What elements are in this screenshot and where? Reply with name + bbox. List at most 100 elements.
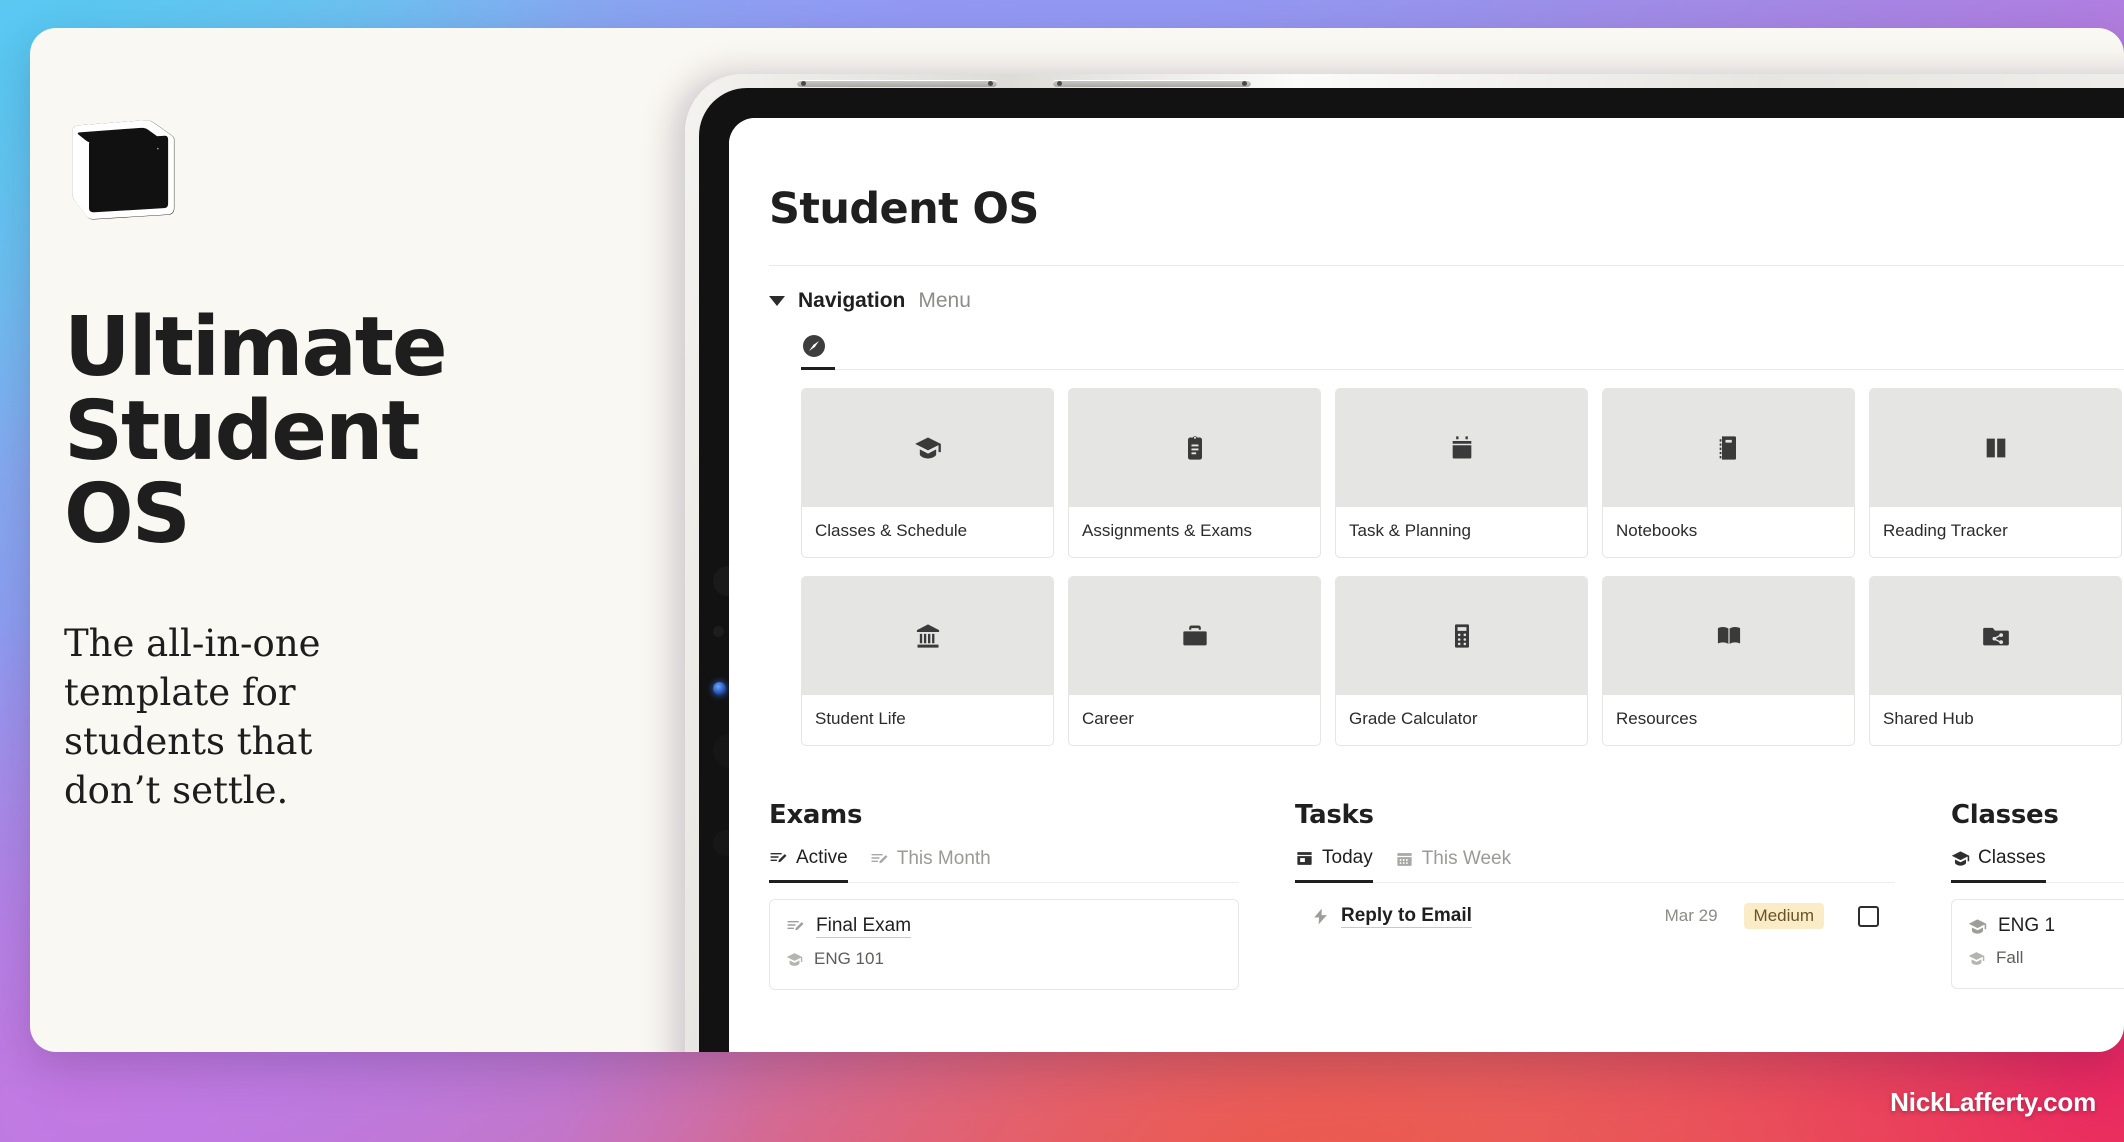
tab-exams-active[interactable]: Active bbox=[769, 847, 848, 883]
nav-card-label: Reading Tracker bbox=[1883, 521, 2008, 540]
tablet-led-indicator bbox=[713, 682, 726, 695]
nav-card-label: Student Life bbox=[815, 709, 906, 728]
nav-card-label: Resources bbox=[1616, 709, 1698, 728]
notion-page: Student OS Navigation Menu Classes & Sch… bbox=[729, 118, 2124, 990]
classes-list: ENG 1 Fall bbox=[1951, 899, 2124, 989]
nav-card-cover bbox=[1870, 577, 2121, 695]
nav-card-task-planning[interactable]: Task & Planning bbox=[1335, 388, 1588, 558]
nav-card-label: Assignments & Exams bbox=[1082, 521, 1253, 540]
task-checkbox[interactable] bbox=[1858, 905, 1879, 927]
notion-logo-icon bbox=[72, 120, 175, 220]
list-edit-icon bbox=[871, 853, 888, 863]
tab-exams-this-month[interactable]: This Month bbox=[870, 847, 991, 882]
promo-title: Ultimate Student OS bbox=[64, 300, 448, 563]
tasks-title: Tasks bbox=[1295, 800, 1374, 830]
nav-card-cover bbox=[1069, 577, 1320, 695]
tab-label: This Month bbox=[896, 848, 991, 869]
nav-card-notebooks[interactable]: Notebooks bbox=[1602, 388, 1855, 558]
tab-navigation-compass[interactable] bbox=[801, 335, 835, 370]
open-book-icon bbox=[1986, 438, 2005, 458]
compass-icon bbox=[803, 335, 825, 357]
list-item[interactable]: ENG 1 bbox=[1968, 915, 2124, 937]
nav-card-reading-tracker[interactable]: Reading Tracker bbox=[1869, 388, 2122, 558]
navigation-heading-light: Menu bbox=[918, 289, 971, 312]
exam-course: ENG 101 bbox=[814, 949, 884, 968]
graduation-cap-icon bbox=[1968, 918, 1987, 934]
navigation-toggle[interactable]: Navigation Menu bbox=[769, 289, 2124, 313]
tab-classes[interactable]: Classes bbox=[1951, 847, 2046, 883]
nav-card-assignments-exams[interactable]: Assignments & Exams bbox=[1068, 388, 1321, 558]
book-icon bbox=[1717, 626, 1740, 644]
nav-card-label: Notebooks bbox=[1616, 521, 1698, 540]
nav-card-cover bbox=[1069, 389, 1320, 507]
list-item[interactable]: Final Exam bbox=[786, 915, 1222, 938]
chevron-down-icon[interactable] bbox=[769, 296, 785, 306]
tablet-sensor-icon bbox=[713, 626, 724, 637]
graduation-cap-icon bbox=[1968, 951, 1985, 965]
exams-title: Exams bbox=[769, 800, 863, 830]
calendar-icon bbox=[1452, 436, 1471, 459]
status-badge: Medium bbox=[1743, 903, 1824, 929]
tab-tasks-this-week[interactable]: This Week bbox=[1395, 847, 1511, 882]
task-date: Mar 29 bbox=[1664, 906, 1718, 925]
tablet-top-button-right[interactable] bbox=[1053, 80, 1251, 87]
classes-section: Classes Classes ENG 1 Fall bbox=[1951, 800, 2124, 990]
nav-card-shared-hub[interactable]: Shared Hub bbox=[1869, 576, 2122, 746]
list-item-sub: ENG 101 bbox=[786, 949, 1222, 969]
nav-card-cover bbox=[1603, 577, 1854, 695]
watermark: NickLafferty.com bbox=[1890, 1087, 2096, 1117]
nav-card-resources[interactable]: Resources bbox=[1602, 576, 1855, 746]
nav-card-label: Shared Hub bbox=[1883, 709, 1974, 728]
tab-label: This Week bbox=[1421, 848, 1512, 869]
nav-card-label: Task & Planning bbox=[1349, 521, 1471, 540]
nav-card-cover bbox=[1336, 577, 1587, 695]
tasks-section: Tasks Today This Week Reply to Email Mar… bbox=[1295, 800, 1895, 990]
exams-section: Exams Active This Month Final Exam ENG 1… bbox=[769, 800, 1239, 990]
list-item-sub: Fall bbox=[1968, 948, 2124, 968]
class-term: Fall bbox=[1996, 948, 2024, 967]
nav-card-grade-calculator[interactable]: Grade Calculator bbox=[1335, 576, 1588, 746]
promo-panel: Ultimate Student OS The all-in-one templ… bbox=[30, 28, 670, 1052]
nav-card-cover bbox=[1870, 389, 2121, 507]
calculator-icon bbox=[1454, 624, 1469, 648]
tablet-top-button-left[interactable] bbox=[797, 80, 997, 87]
promo-subtitle: The all-in-one template for students tha… bbox=[64, 621, 321, 813]
tab-label: Today bbox=[1322, 847, 1373, 868]
class-name: ENG 1 bbox=[1998, 915, 2056, 936]
tab-label: Classes bbox=[1978, 847, 2046, 868]
tab-tasks-today[interactable]: Today bbox=[1295, 847, 1373, 883]
tasks-list: Reply to Email Mar 29 Medium bbox=[1295, 883, 1895, 949]
classes-tabs: Classes bbox=[1951, 847, 2124, 883]
tablet-device: Student OS Navigation Menu Classes & Sch… bbox=[685, 74, 2124, 1052]
promo-card: Ultimate Student OS The all-in-one templ… bbox=[30, 28, 2124, 1052]
tasks-tabs: Today This Week bbox=[1295, 847, 1895, 883]
tablet-screen: Student OS Navigation Menu Classes & Sch… bbox=[729, 118, 2124, 1052]
nav-card-row-1: Classes & Schedule Assignments & Exams T… bbox=[801, 370, 2124, 558]
clipboard-icon bbox=[1187, 436, 1202, 460]
bank-icon bbox=[916, 624, 939, 648]
navigation-tabstrip bbox=[801, 335, 2124, 370]
list-edit-icon bbox=[787, 920, 804, 931]
calendar-week-icon bbox=[1397, 852, 1412, 866]
database-row: Exams Active This Month Final Exam ENG 1… bbox=[769, 800, 2124, 990]
bolt-icon bbox=[1314, 908, 1327, 924]
tab-label: Active bbox=[796, 847, 848, 868]
nav-card-row-2: Student Life Career Grade Calculator Res… bbox=[801, 558, 2124, 746]
folder-share-icon bbox=[1982, 627, 2009, 646]
classes-title: Classes bbox=[1951, 800, 2059, 830]
exams-tabs: Active This Month bbox=[769, 847, 1239, 883]
nav-card-student-life[interactable]: Student Life bbox=[801, 576, 1054, 746]
table-row[interactable]: Reply to Email Mar 29 Medium bbox=[1311, 903, 1879, 929]
exams-list: Final Exam ENG 101 bbox=[769, 899, 1239, 990]
gradient-backdrop: Ultimate Student OS The all-in-one templ… bbox=[0, 0, 2124, 1142]
briefcase-icon bbox=[1182, 625, 1207, 646]
nav-card-classes-schedule[interactable]: Classes & Schedule bbox=[801, 388, 1054, 558]
nav-card-label: Career bbox=[1082, 709, 1134, 728]
nav-card-label: Classes & Schedule bbox=[815, 521, 968, 540]
nav-card-career[interactable]: Career bbox=[1068, 576, 1321, 746]
nav-card-cover bbox=[1603, 389, 1854, 507]
exam-name: Final Exam bbox=[816, 915, 912, 938]
title-divider bbox=[769, 265, 2124, 266]
page-title: Student OS bbox=[769, 184, 1039, 234]
list-edit-icon bbox=[770, 852, 787, 862]
